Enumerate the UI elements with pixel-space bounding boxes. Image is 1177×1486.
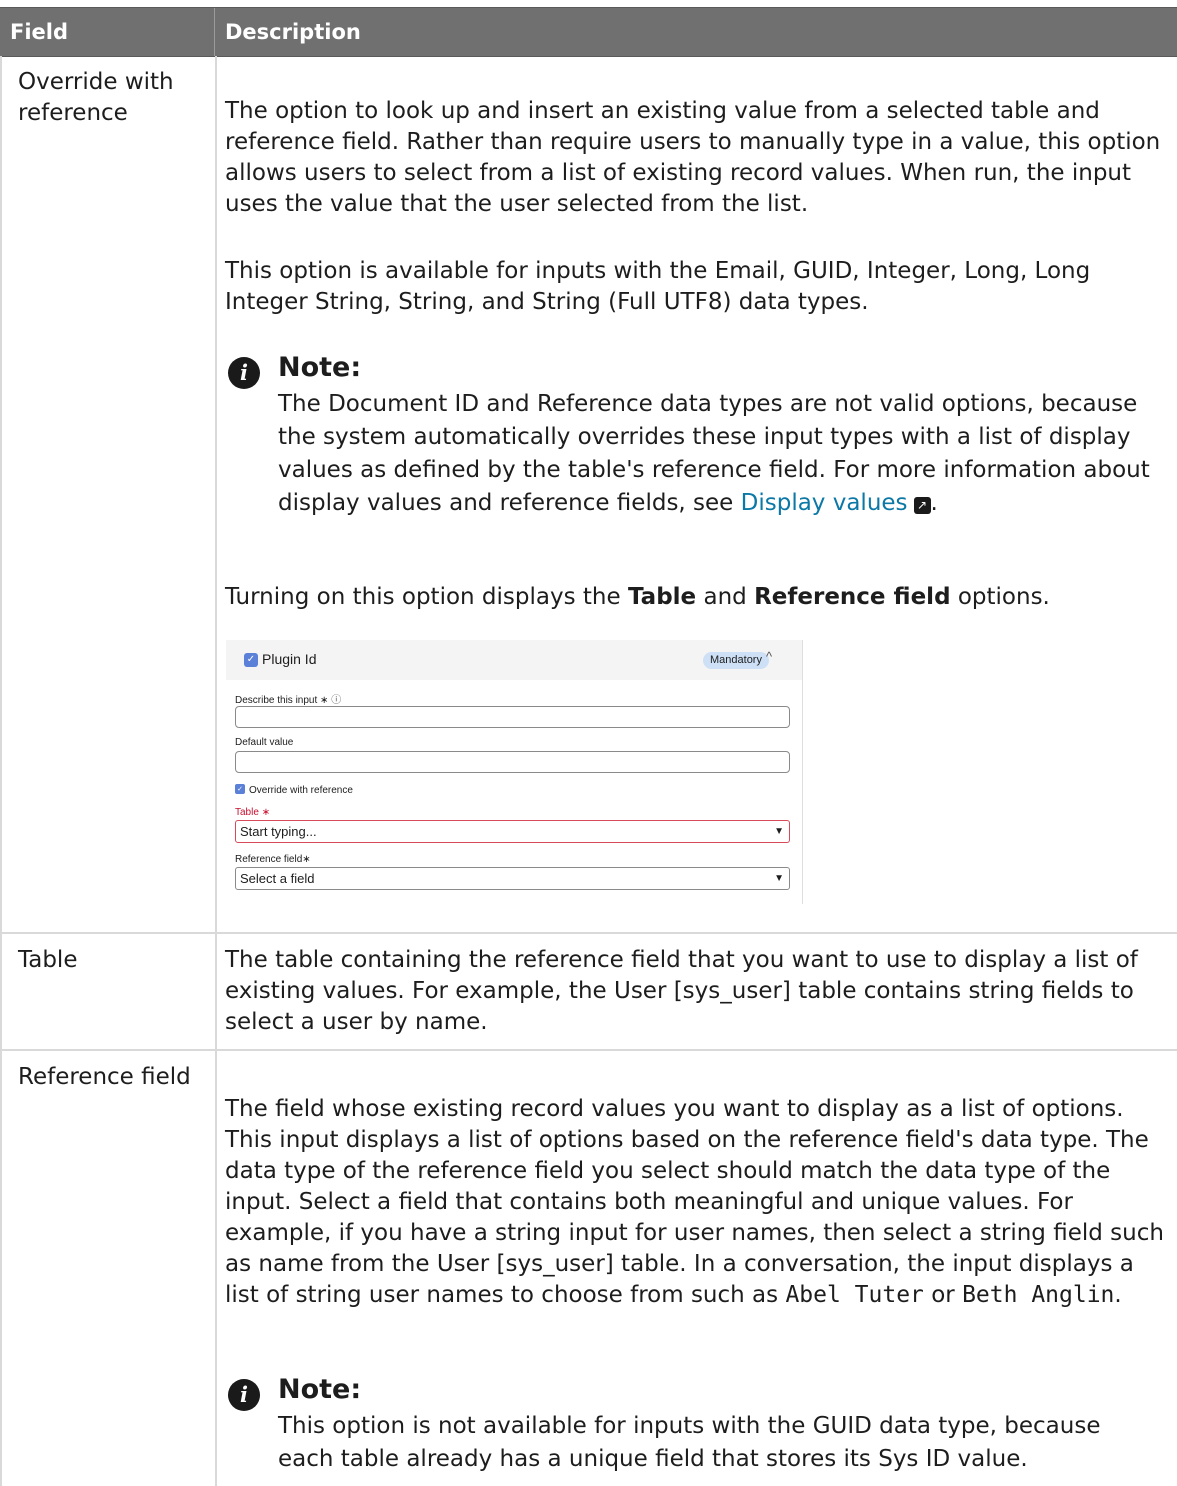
row-divider xyxy=(0,932,1177,934)
default-value-input[interactable] xyxy=(235,751,790,773)
field-reference-field: Reference field xyxy=(18,1064,191,1090)
table-header: Field Description xyxy=(0,7,1177,57)
embedded-screenshot: ✓ Plugin Id Mandatory ^ Describe this in… xyxy=(226,640,803,904)
override-label: Override with reference xyxy=(249,785,353,796)
field-override-with-reference: Override with reference xyxy=(18,69,174,126)
override-checkbox-icon[interactable]: ✓ xyxy=(235,784,245,794)
row-description: The table containing the reference field… xyxy=(225,945,1165,1038)
row-description: The field whose existing record values y… xyxy=(225,1094,1165,1311)
row-description: This option is available for inputs with… xyxy=(225,256,1165,318)
mandatory-badge: Mandatory xyxy=(703,652,769,669)
description-paragraph: The table containing the reference field… xyxy=(225,947,1138,1035)
chevron-up-icon[interactable]: ^ xyxy=(766,649,772,664)
row-divider xyxy=(0,1049,1177,1051)
header-description: Description xyxy=(225,20,361,44)
external-link-icon[interactable]: ↗ xyxy=(913,497,931,514)
caret-down-icon: ▼ xyxy=(774,873,784,884)
note-title: Note: xyxy=(278,352,362,383)
field-table: Table xyxy=(18,947,78,973)
description-paragraph: This option is available for inputs with… xyxy=(225,258,1091,315)
table-select[interactable]: Start typing... ▼ xyxy=(235,820,790,843)
note-text: The Document ID and Reference data types… xyxy=(278,391,1150,516)
default-value-label: Default value xyxy=(235,737,294,748)
describe-input[interactable] xyxy=(235,706,790,728)
description-paragraph: The option to look up and insert an exis… xyxy=(225,98,1161,217)
info-icon: i xyxy=(228,357,260,389)
reference-field-select[interactable]: Select a field ▼ xyxy=(235,867,790,890)
input-title: Plugin Id xyxy=(262,651,317,667)
example-username: Abel Tuter xyxy=(785,1282,924,1308)
table-label: Table ∗ xyxy=(235,807,271,818)
header-divider xyxy=(214,8,215,56)
example-username: Beth Anglin xyxy=(962,1282,1115,1308)
row-description: Turning on this option displays the Tabl… xyxy=(225,582,1165,613)
info-circle-icon: ⓘ xyxy=(331,695,342,706)
note-title: Note: xyxy=(278,1374,362,1405)
reference-field-label: Reference field∗ xyxy=(235,854,311,865)
caret-down-icon: ▼ xyxy=(774,826,784,837)
toggle-sentence: Turning on this option displays the Tabl… xyxy=(225,584,1050,610)
left-border xyxy=(0,56,2,1486)
description-paragraph: The field whose existing record values y… xyxy=(225,1096,1164,1308)
info-icon: i xyxy=(228,1379,260,1411)
checkbox-checked-icon[interactable]: ✓ xyxy=(244,653,258,667)
input-card-header[interactable]: ✓ Plugin Id Mandatory ^ xyxy=(226,640,802,680)
column-divider xyxy=(215,56,217,1486)
describe-label: Describe this input ∗ ⓘ xyxy=(235,695,342,706)
note-text: This option is not available for inputs … xyxy=(278,1413,1101,1472)
display-values-link[interactable]: Display values xyxy=(741,490,908,516)
header-field: Field xyxy=(10,20,69,44)
row-description: The option to look up and insert an exis… xyxy=(225,96,1165,220)
